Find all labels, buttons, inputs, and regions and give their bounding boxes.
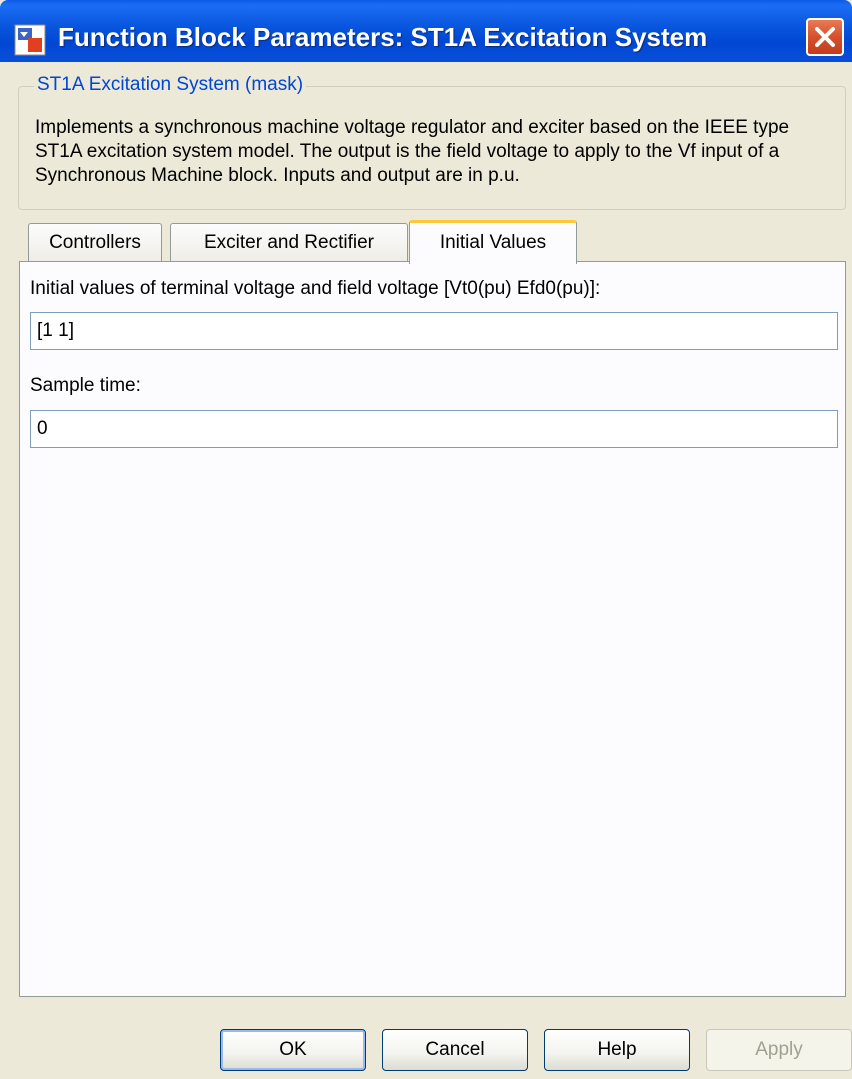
sample-time-label: Sample time:	[30, 375, 141, 396]
description-text: Implements a synchronous machine voltage…	[35, 117, 790, 186]
simulink-block-icon	[14, 24, 46, 56]
tab-panel-initial-values: Initial values of terminal voltage and f…	[19, 261, 846, 997]
ok-button[interactable]: OK	[220, 1029, 366, 1071]
close-button[interactable]	[806, 18, 844, 56]
initial-values-label: Initial values of terminal voltage and f…	[30, 278, 601, 299]
title-bar[interactable]: Function Block Parameters: ST1A Excitati…	[0, 0, 852, 62]
description-legend: ST1A Excitation System (mask)	[34, 74, 307, 96]
cancel-button[interactable]: Cancel	[382, 1029, 528, 1071]
dialog-window: Function Block Parameters: ST1A Excitati…	[0, 0, 852, 1079]
tab-controllers[interactable]: Controllers	[28, 223, 162, 263]
sample-time-input[interactable]: 0	[30, 410, 838, 448]
close-icon	[815, 27, 835, 47]
tab-exciter-and-rectifier[interactable]: Exciter and Rectifier	[170, 223, 408, 263]
window-title: Function Block Parameters: ST1A Excitati…	[58, 22, 708, 52]
apply-button[interactable]: Apply	[706, 1029, 852, 1071]
tab-initial-values[interactable]: Initial Values	[409, 220, 577, 264]
help-button[interactable]: Help	[544, 1029, 690, 1071]
initial-values-input[interactable]: [1 1]	[30, 312, 838, 350]
